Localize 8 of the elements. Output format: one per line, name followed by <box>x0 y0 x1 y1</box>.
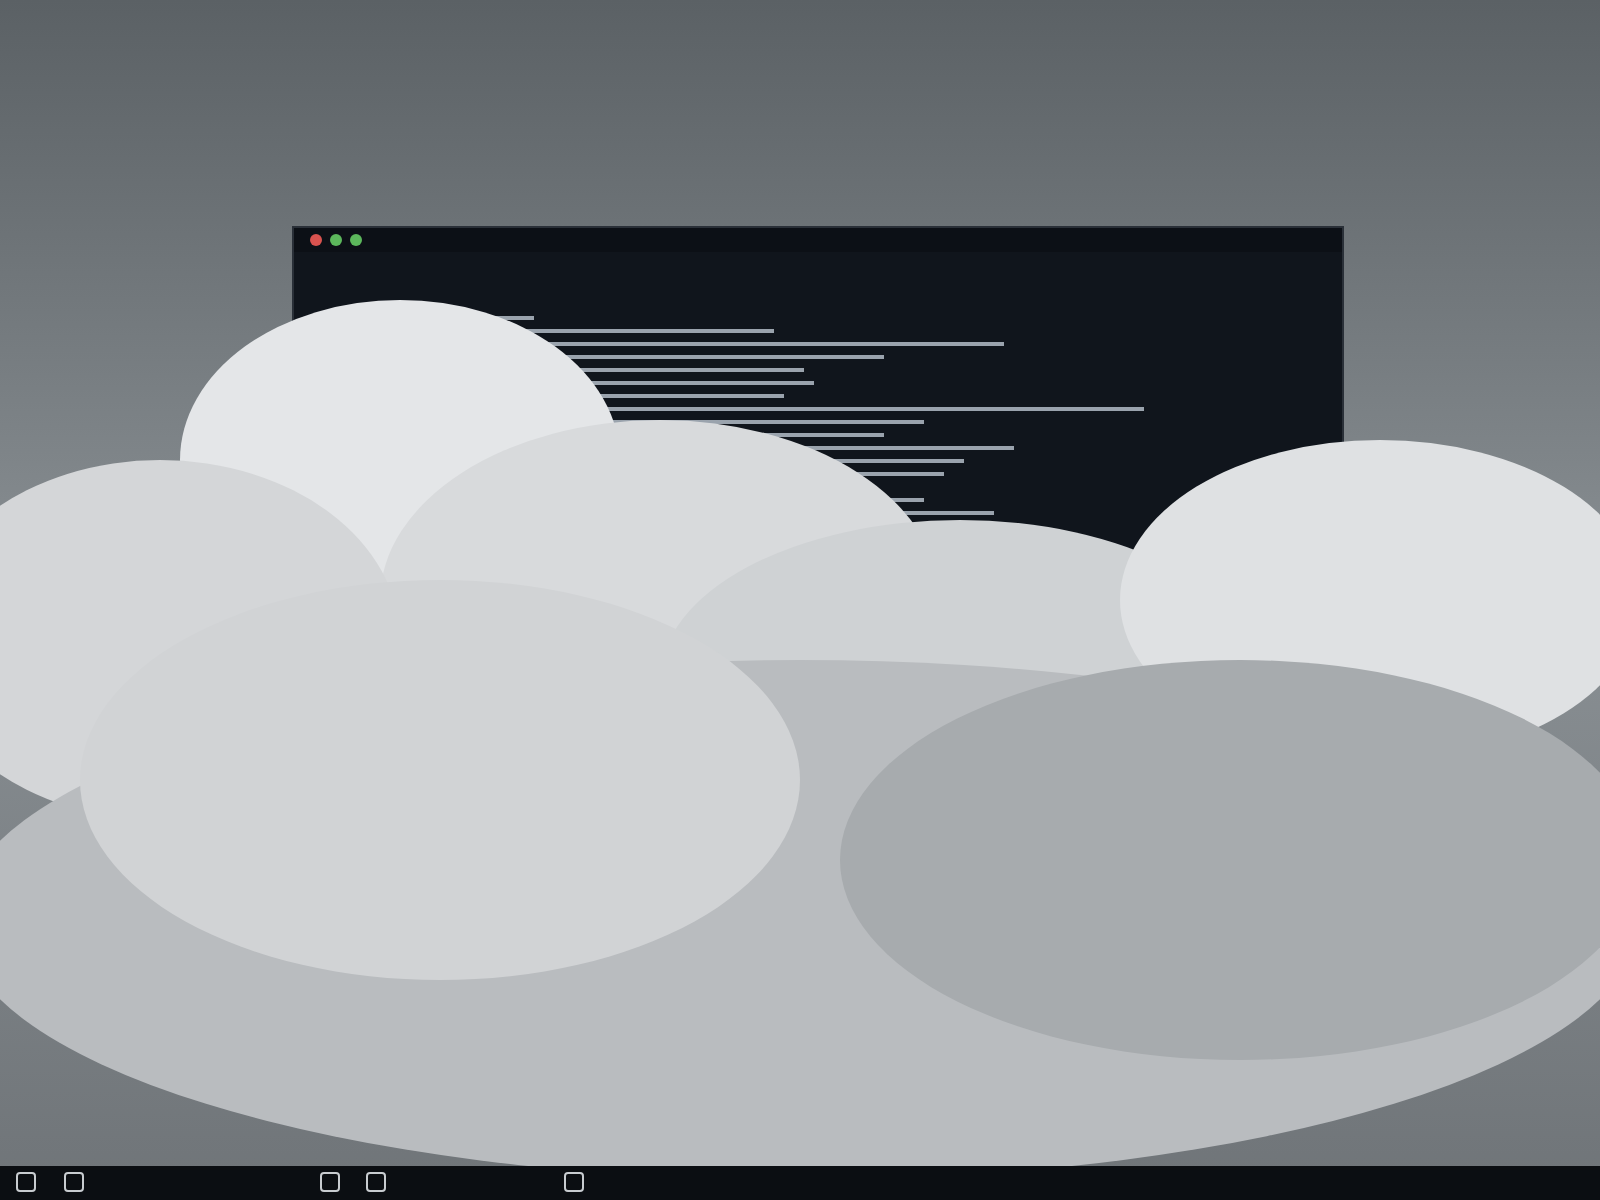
taskbar-app-icon[interactable] <box>64 1172 84 1192</box>
minimize-button[interactable] <box>330 234 342 246</box>
taskbar-app-icon[interactable] <box>16 1172 36 1192</box>
taskbar-app-icon[interactable] <box>564 1172 584 1192</box>
close-button[interactable] <box>310 234 322 246</box>
taskbar-app-icon[interactable] <box>320 1172 340 1192</box>
taskbar-app-icon[interactable] <box>366 1172 386 1192</box>
maximize-button[interactable] <box>350 234 362 246</box>
